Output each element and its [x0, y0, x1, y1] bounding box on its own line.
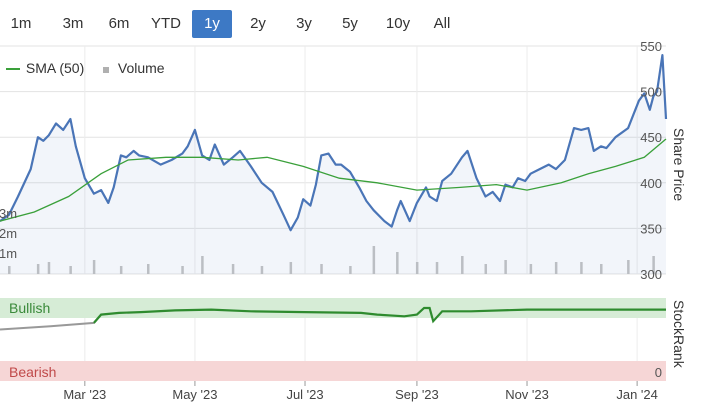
- volume-tick-label: 3m: [0, 206, 17, 221]
- bullish-label: Bullish: [9, 300, 50, 316]
- stock-chart: Bullish Bearish 1m 2m 3m 300 350 400 450 500 550 S…: [0, 39, 687, 402]
- x-tick-label: Jul '23: [286, 387, 323, 402]
- volume-tick-label: 2m: [0, 226, 17, 241]
- price-tick-label: 300: [640, 267, 662, 282]
- bearish-band: [0, 361, 666, 381]
- price-tick-label: 450: [640, 130, 662, 145]
- price-tick-label: 500: [640, 85, 662, 100]
- bearish-label: Bearish: [9, 364, 56, 380]
- stockrank-tick-label: 0: [655, 365, 662, 380]
- x-tick-label: Nov '23: [505, 387, 549, 402]
- stockrank-axis-title: StockRank: [671, 300, 687, 369]
- price-tick-label: 350: [640, 221, 662, 236]
- price-tick-label: 550: [640, 39, 662, 54]
- price-area: [0, 55, 666, 274]
- price-tick-label: 400: [640, 176, 662, 191]
- x-tick-label: Jan '24: [616, 387, 658, 402]
- x-tick-label: Sep '23: [395, 387, 439, 402]
- volume-tick-label: 1m: [0, 246, 17, 261]
- x-tick-label: Mar '23: [63, 387, 106, 402]
- x-tick-label: May '23: [172, 387, 217, 402]
- price-axis-title: Share Price: [671, 128, 687, 201]
